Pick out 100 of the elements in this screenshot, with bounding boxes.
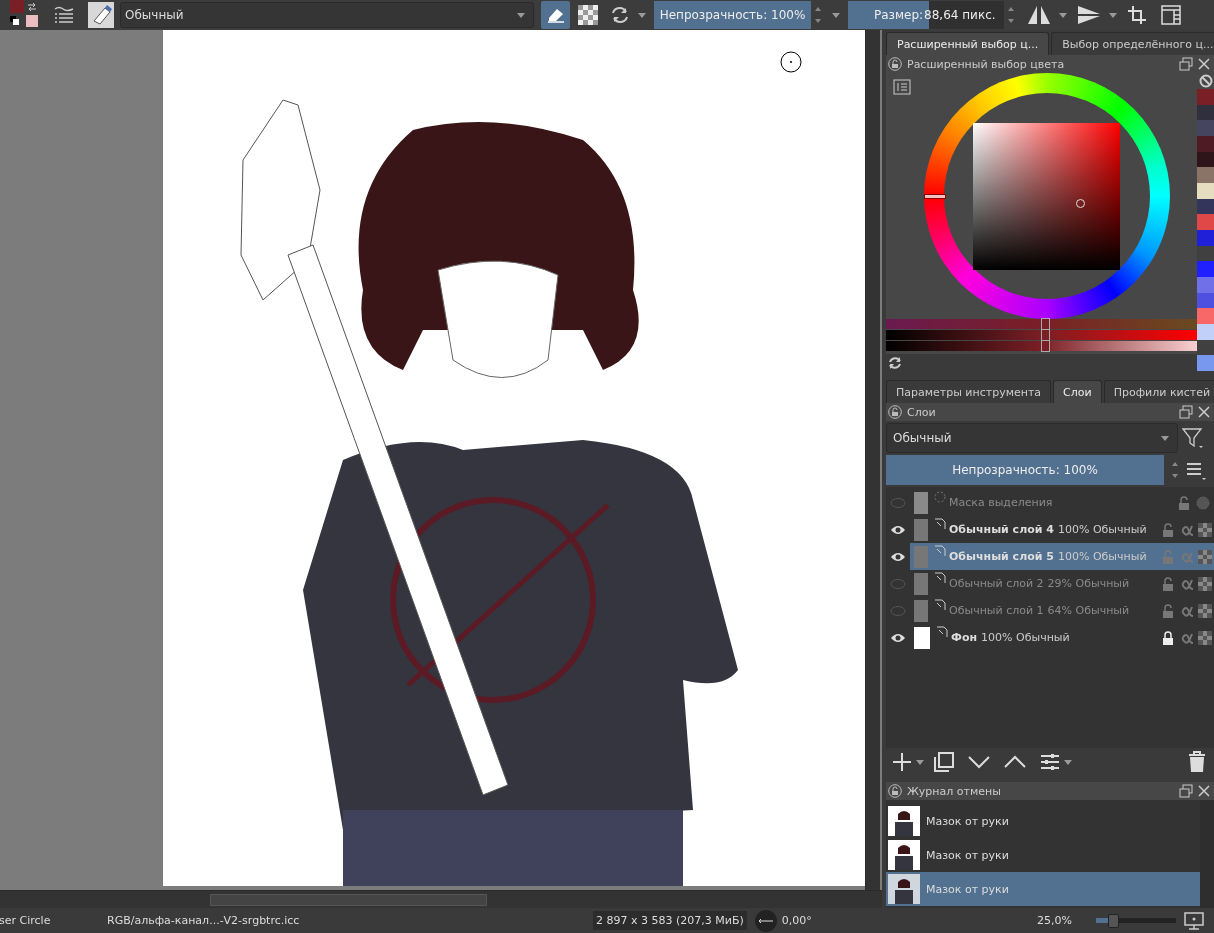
slider-handle[interactable] [1040,340,1050,352]
layer-row[interactable]: Обычный слой 4 100% Обычный [910,516,1214,543]
tab[interactable]: Параметры инструмента [886,380,1052,403]
color-slider[interactable] [886,319,1197,329]
palette-swatch[interactable] [1197,324,1214,340]
unlocked-padlock-icon[interactable] [1178,495,1190,510]
vertical-scrollbar[interactable] [1200,800,1214,908]
caret-icon[interactable] [638,12,646,18]
slider-handle[interactable] [1040,329,1050,341]
eraser-brush-preset-icon[interactable] [88,2,114,28]
reset-colors-icon[interactable] [10,16,19,25]
close-icon[interactable] [1198,58,1210,70]
unlocked-padlock-icon[interactable] [1162,522,1174,537]
sliders-icon[interactable] [1040,753,1060,771]
palette-swatch[interactable] [1197,89,1214,105]
background-color-swatch[interactable] [26,15,38,27]
float-window-icon[interactable] [1179,57,1193,71]
chevron-up-icon[interactable] [1004,755,1026,769]
tab[interactable]: Расширенный выбор ц... [886,32,1050,55]
saturation-value-square[interactable] [973,122,1120,270]
close-icon[interactable] [1198,785,1210,797]
lock-icon[interactable] [888,784,902,798]
duplicate-icon[interactable] [934,752,954,772]
history-item[interactable]: Мазок от руки [886,872,1200,906]
palette-swatch[interactable] [1197,214,1214,231]
no-color-icon[interactable] [1198,74,1213,88]
caret-icon[interactable] [832,12,840,18]
swap-arrows-icon[interactable] [27,2,37,12]
unlocked-padlock-icon[interactable] [1162,603,1174,618]
layer-row[interactable]: Фон 100% Обычный [910,624,1214,651]
size-slider[interactable]: Размер:88,64 пикс. [848,1,1004,29]
locked-padlock-icon[interactable] [1162,630,1174,645]
checkerboard-icon[interactable] [1198,630,1212,645]
opacity-slider[interactable]: Непрозрачность: 100% [886,455,1164,485]
float-window-icon[interactable] [1179,405,1193,419]
filter-icon[interactable] [1182,427,1204,449]
color-slider[interactable] [886,341,1197,351]
tab[interactable]: Выбор определённого ц... [1051,32,1214,55]
palette-swatch[interactable] [1197,120,1214,136]
blend-mode-dropdown[interactable]: Обычный [120,2,534,28]
checkerboard-icon[interactable] [1198,603,1212,618]
reload-icon[interactable] [610,5,630,25]
eraser-mode-button[interactable] [541,1,570,29]
opacity-slider[interactable]: Непрозрачность: 100% [654,1,811,29]
brush-presets-icon[interactable] [54,6,74,24]
history-item[interactable]: Мазок от руки [886,838,1200,872]
canvas[interactable] [163,30,865,886]
tab[interactable]: Профили кистей [1103,380,1214,403]
chevron-down-icon[interactable] [968,755,990,769]
checkerboard-icon[interactable] [578,5,598,25]
layout-icon[interactable] [1161,5,1181,25]
palette-swatch[interactable] [1197,136,1214,152]
palette-swatch[interactable] [1197,167,1214,184]
palette-swatch[interactable] [1197,261,1214,278]
palette-swatch[interactable] [1197,183,1214,199]
history-item[interactable]: Мазок от руки [886,804,1200,838]
hue-marker[interactable] [923,194,946,199]
float-window-icon[interactable] [1179,784,1193,798]
caret-icon[interactable] [1161,435,1169,441]
vertical-scrollbar[interactable] [865,30,880,890]
palette-swatch[interactable] [1197,230,1214,246]
caret-icon[interactable] [1059,12,1067,18]
lock-icon[interactable] [888,405,902,419]
tab[interactable]: Слои [1053,380,1102,403]
lock-icon[interactable] [888,57,902,71]
refresh-icon[interactable] [888,355,902,370]
palette-swatch[interactable] [1197,355,1214,372]
checkerboard-icon[interactable] [1198,549,1212,564]
slider-handle[interactable] [1040,318,1050,330]
layer-properties: 64% Обычный [1047,604,1130,617]
mirror-horizontal-icon[interactable] [1027,4,1051,26]
layer-row[interactable]: Обычный слой 2 29% Обычный [910,570,1214,597]
checkerboard-icon[interactable] [1198,576,1212,591]
caret-icon[interactable] [916,759,924,765]
trash-icon[interactable] [1188,751,1206,773]
caret-icon[interactable] [517,12,525,18]
caret-icon[interactable] [1064,759,1072,765]
mirror-vertical-icon[interactable] [1077,5,1101,25]
checkerboard-icon[interactable] [1198,522,1212,537]
layer-row[interactable]: Маска выделения [910,489,1214,516]
settings-list-icon[interactable] [893,79,911,95]
layer-row[interactable]: Обычный слой 5 100% Обычный [910,543,1214,570]
blend-mode-dropdown[interactable]: Обычный [886,423,1178,453]
close-icon[interactable] [1198,406,1210,418]
foreground-color-swatch[interactable] [10,0,24,13]
caret-icon[interactable] [1109,12,1117,18]
palette-swatch[interactable] [1197,277,1214,293]
rotation-icon[interactable] [754,909,777,932]
paint-layer-icon [934,545,946,557]
monitor-icon[interactable] [1184,911,1204,930]
layer-row[interactable]: Обычный слой 1 64% Обычный [910,597,1214,624]
palette-swatch[interactable] [1197,308,1214,325]
layer-properties: 100% Обычный [981,631,1070,644]
color-slider[interactable] [886,330,1197,340]
opacity-label: Непрозрачность: 100% [659,8,806,22]
unlocked-padlock-icon[interactable] [1162,576,1174,591]
horizontal-scrollbar[interactable] [0,890,882,908]
wrap-around-icon[interactable] [1127,5,1147,25]
slider-handle[interactable] [1108,913,1120,928]
plus-icon[interactable] [892,752,912,772]
